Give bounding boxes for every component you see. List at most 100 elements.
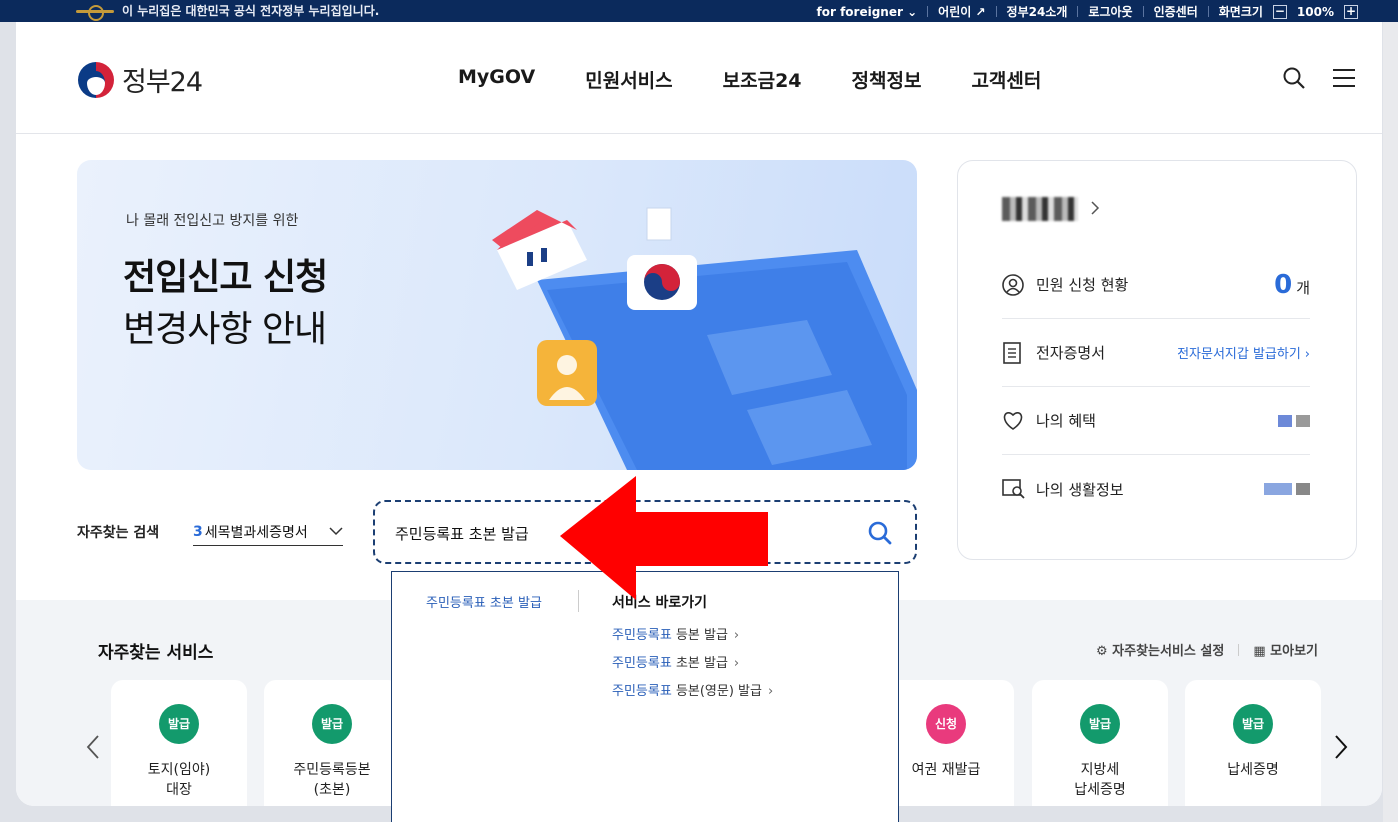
- link-kids[interactable]: 어린이 ↗: [938, 3, 985, 20]
- gov-notice: 이 누리집은 대한민국 공식 전자정부 누리집입니다.: [76, 2, 380, 21]
- zoom-level: 100%: [1296, 4, 1334, 19]
- frequent-keyword: 세목별과세증명서: [204, 524, 308, 541]
- applications-count: 0: [1274, 269, 1293, 300]
- issue-wallet-link[interactable]: 전자문서지갑 발급하기 ›: [1177, 343, 1310, 362]
- service-tile[interactable]: 발급 납세증명: [1185, 680, 1321, 806]
- banner-subtitle: 나 몰래 전입신고 방지를 위한: [126, 213, 299, 229]
- services-title: 자주찾는 서비스: [98, 643, 214, 663]
- banner-title: 전입신고 신청: [123, 257, 328, 298]
- gear-icon: ⚙: [1095, 644, 1108, 659]
- divider: [995, 6, 997, 17]
- chevron-right-icon: ›: [733, 656, 740, 671]
- service-tile[interactable]: 발급 주민등록등본 (초본): [264, 680, 400, 806]
- user-circle-icon: [1002, 273, 1028, 296]
- user-panel: 민원 신청 현황 0 개 전자증명서 전자문서지갑 발급하기 › 나의 혜택 나…: [957, 160, 1357, 560]
- nav-customer-center[interactable]: 고객센터: [971, 66, 1041, 93]
- row-e-certificates[interactable]: 전자증명서 전자문서지갑 발급하기 ›: [1002, 319, 1310, 387]
- gov-top-bar: 이 누리집은 대한민국 공식 전자정부 누리집입니다. for foreigne…: [0, 0, 1398, 22]
- link-about[interactable]: 정부24소개: [1007, 3, 1068, 20]
- applications-label: 민원 신청 현황: [1036, 276, 1129, 294]
- nav-civil-services[interactable]: 민원서비스: [585, 66, 672, 93]
- search-icon[interactable]: [1282, 66, 1306, 94]
- red-arrow-icon: [560, 476, 768, 600]
- screen-size-label: 화면크기: [1218, 5, 1263, 19]
- chevron-right-icon: [1335, 735, 1348, 759]
- nav-policy-info[interactable]: 정책정보: [852, 66, 922, 93]
- service-label: 토지(임야) 대장: [147, 762, 211, 798]
- certificates-label: 전자증명서: [1036, 344, 1106, 362]
- services-options: ⚙ 자주찾는서비스 설정 ▦ 모아보기: [1096, 640, 1318, 659]
- page-scrollbar[interactable]: [1383, 22, 1398, 822]
- divider: [927, 6, 929, 17]
- redacted-user-name: [1002, 197, 1078, 221]
- benefits-label: 나의 혜택: [1036, 412, 1096, 430]
- external-link-icon: ↗: [975, 5, 986, 19]
- shortcut-item[interactable]: 주민등록표 초본 발급 ›: [612, 652, 739, 671]
- applications-unit: 개: [1296, 278, 1310, 297]
- shortcut-item[interactable]: 주민등록표 등본(영문) 발급 ›: [612, 680, 773, 699]
- carousel-next-button[interactable]: [1334, 734, 1348, 764]
- frequent-search-select[interactable]: 3 세목별과세증명서: [193, 518, 343, 546]
- chevron-down-icon: ⌄: [907, 4, 918, 19]
- divider: [1142, 6, 1144, 17]
- status-badge: 신청: [926, 704, 966, 744]
- menu-icon[interactable]: [1332, 67, 1356, 93]
- chevron-right-icon: ›: [733, 628, 740, 643]
- row-my-benefits[interactable]: 나의 혜택: [1002, 387, 1310, 455]
- zoom-out-button[interactable]: −: [1272, 4, 1287, 19]
- heart-icon: [1002, 411, 1028, 431]
- gov-notice-text: 이 누리집은 대한민국 공식 전자정부 누리집입니다.: [122, 4, 380, 18]
- carousel-prev-button[interactable]: [86, 734, 100, 764]
- collect-view-button[interactable]: ▦ 모아보기: [1253, 640, 1318, 659]
- service-tile[interactable]: 발급 지방세 납세증명: [1032, 680, 1168, 806]
- nav-mygov[interactable]: MyGOV: [458, 66, 535, 93]
- status-badge: 발급: [1080, 704, 1120, 744]
- grid-icon: ▦: [1253, 644, 1266, 659]
- main-nav: MyGOV 민원서비스 보조금24 정책정보 고객센터: [458, 66, 1041, 93]
- chevron-right-icon: [1090, 200, 1100, 219]
- divider: [1238, 643, 1240, 656]
- autocomplete-dropdown: 주민등록표 초본 발급 서비스 바로가기 주민등록표 등본 발급 › 주민등록표 …: [391, 571, 899, 822]
- search-icon: [868, 521, 892, 545]
- service-tile[interactable]: 발급 토지(임야) 대장: [111, 680, 247, 806]
- taegeuk-logo-icon: [78, 61, 114, 98]
- link-auth-center[interactable]: 인증센터: [1154, 3, 1198, 20]
- nav-subsidy24[interactable]: 보조금24: [723, 66, 802, 93]
- site-logo[interactable]: 정부24: [78, 60, 203, 99]
- hero-banner[interactable]: 나 몰래 전입신고 방지를 위한 전입신고 신청 변경사항 안내: [77, 160, 917, 470]
- divider: [1207, 6, 1209, 17]
- chevron-left-icon: [86, 735, 99, 759]
- status-badge: 발급: [159, 704, 199, 744]
- search-document-icon: [1002, 478, 1028, 500]
- zoom-in-button[interactable]: +: [1344, 4, 1358, 19]
- redacted-benefits-value: [1278, 414, 1310, 427]
- divider: [1077, 6, 1079, 17]
- link-logout[interactable]: 로그아웃: [1088, 3, 1132, 20]
- services-settings-button[interactable]: ⚙ 자주찾는서비스 설정: [1096, 640, 1224, 659]
- site-header: 정부24 MyGOV 민원서비스 보조금24 정책정보 고객센터: [16, 22, 1382, 134]
- banner-title-2: 변경사항 안내: [123, 309, 327, 350]
- shortcut-item[interactable]: 주민등록표 등본 발급 ›: [612, 624, 739, 643]
- redacted-life-info-value: [1264, 483, 1310, 495]
- logo-text: 정부24: [122, 67, 203, 98]
- autocomplete-suggestion[interactable]: 주민등록표 초본 발급: [426, 592, 542, 611]
- chevron-right-icon: ›: [1304, 347, 1310, 362]
- user-name[interactable]: [1002, 197, 1100, 221]
- service-label: 주민등록등본 (초본): [293, 762, 371, 798]
- chevron-down-icon: [329, 524, 343, 540]
- search-button[interactable]: [867, 520, 893, 550]
- row-life-info[interactable]: 나의 생활정보: [1002, 455, 1310, 523]
- status-badge: 발급: [312, 704, 352, 744]
- document-icon: [1002, 341, 1028, 364]
- phone-illustration-icon: [492, 207, 917, 470]
- gov-emblem-icon: [76, 4, 114, 21]
- chevron-right-icon: ›: [767, 684, 774, 699]
- row-application-status[interactable]: 민원 신청 현황 0 개: [1002, 251, 1310, 319]
- frequent-rank: 3: [193, 523, 203, 540]
- life-info-label: 나의 생활정보: [1036, 480, 1124, 499]
- status-badge: 발급: [1233, 704, 1273, 744]
- frequent-search-label: 자주찾는 검색: [77, 525, 160, 541]
- link-for-foreigner[interactable]: for foreigner ⌄: [817, 5, 918, 19]
- service-label: 납세증명: [1227, 762, 1279, 778]
- utility-links: for foreigner ⌄ 어린이 ↗ 정부24소개 로그아웃 인증센터 화…: [817, 3, 1358, 20]
